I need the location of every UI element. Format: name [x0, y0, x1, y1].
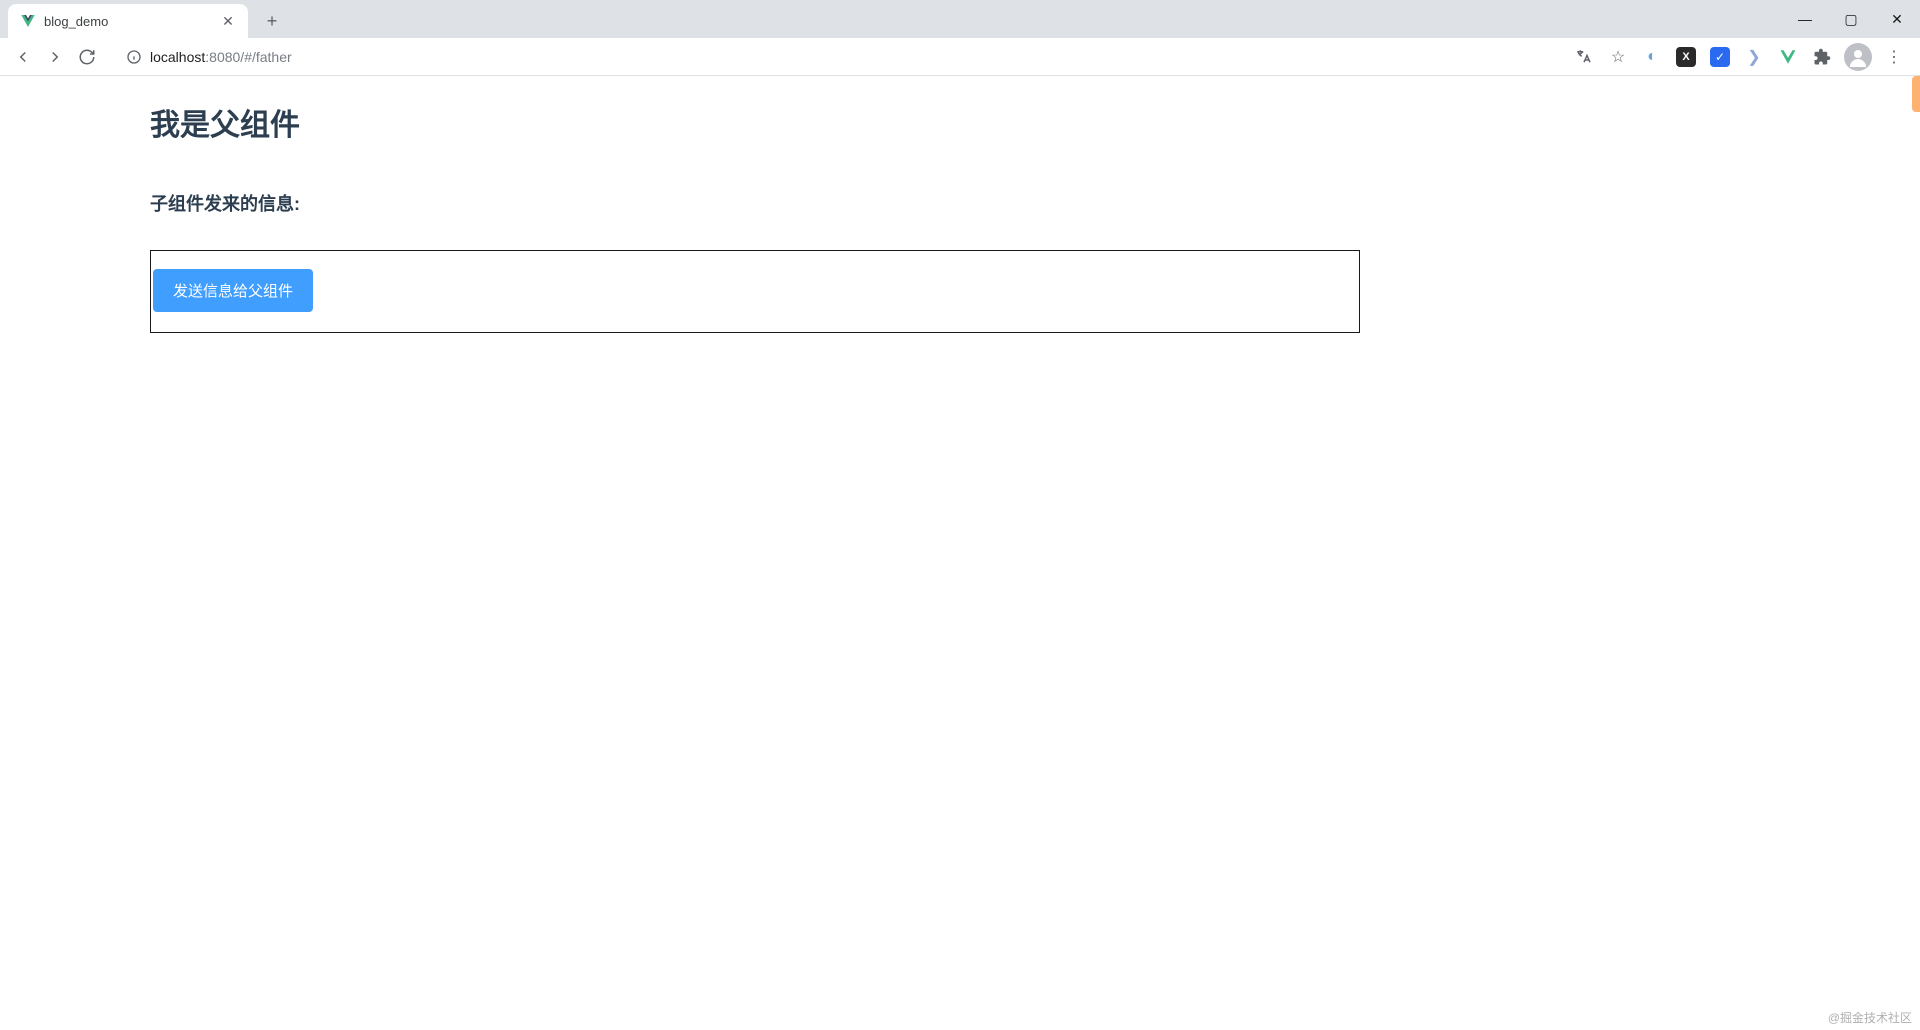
- vue-devtools-icon[interactable]: [1776, 45, 1800, 69]
- send-to-parent-button[interactable]: 发送信息给父组件: [153, 269, 313, 312]
- maximize-button[interactable]: ▢: [1828, 3, 1874, 35]
- profile-avatar[interactable]: [1844, 43, 1872, 71]
- extension-circle-icon[interactable]: ◐: [1640, 45, 1664, 69]
- extension-bird-icon[interactable]: ❯: [1742, 45, 1766, 69]
- extensions-icon[interactable]: [1810, 45, 1834, 69]
- menu-icon[interactable]: ⋮: [1882, 45, 1906, 69]
- scroll-indicator[interactable]: [1912, 76, 1920, 112]
- child-message-label: 子组件发来的信息:: [150, 190, 1360, 216]
- vue-favicon: [20, 13, 36, 29]
- page-viewport: 我是父组件 子组件发来的信息: 发送信息给父组件: [0, 76, 1920, 1030]
- reload-button[interactable]: [72, 42, 102, 72]
- extension-x-icon[interactable]: X: [1674, 45, 1698, 69]
- new-tab-button[interactable]: +: [258, 7, 286, 35]
- minimize-button[interactable]: —: [1782, 3, 1828, 35]
- back-button[interactable]: [8, 42, 38, 72]
- close-window-button[interactable]: ✕: [1874, 3, 1920, 35]
- tab-title: blog_demo: [44, 14, 220, 29]
- translate-icon[interactable]: [1572, 45, 1596, 69]
- forward-button[interactable]: [40, 42, 70, 72]
- tab-strip: blog_demo ✕ + — ▢ ✕: [0, 0, 1920, 38]
- window-controls: — ▢ ✕: [1782, 0, 1920, 38]
- url-path: :8080/#/father: [205, 49, 291, 65]
- url-host: localhost: [150, 49, 205, 65]
- browser-tab[interactable]: blog_demo ✕: [8, 4, 248, 38]
- child-component-box: 发送信息给父组件: [150, 250, 1360, 333]
- address-bar[interactable]: localhost:8080/#/father: [114, 42, 1564, 72]
- browser-toolbar: localhost:8080/#/father ☆ ◐ X ✓ ❯ ⋮: [0, 38, 1920, 76]
- page-title: 我是父组件: [150, 100, 1360, 144]
- star-icon[interactable]: ☆: [1606, 45, 1630, 69]
- content-wrapper: 我是父组件 子组件发来的信息: 发送信息给父组件: [150, 100, 1360, 333]
- info-icon: [126, 49, 142, 65]
- toolbar-actions: ☆ ◐ X ✓ ❯ ⋮: [1572, 43, 1912, 71]
- extension-check-icon[interactable]: ✓: [1708, 45, 1732, 69]
- close-tab-icon[interactable]: ✕: [220, 13, 236, 29]
